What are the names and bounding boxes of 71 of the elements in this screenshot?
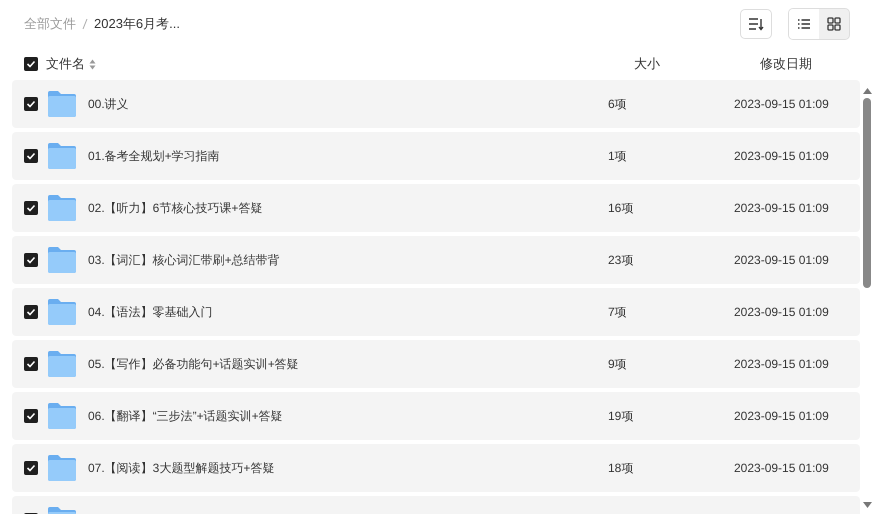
- file-name: 06.【翻译】“三步法”+话题实训+答疑: [88, 408, 284, 424]
- file-name: 05.【写作】必备功能句+话题实训+答疑: [88, 356, 300, 372]
- file-name: 02.【听力】6节核心技巧课+答疑: [88, 200, 264, 216]
- checkbox[interactable]: [24, 461, 38, 475]
- checkmark-icon: [26, 360, 36, 368]
- modified-date: 2023-09-15 01:09: [734, 305, 829, 319]
- file-row[interactable]: 01.备考全规划+学习指南 1项 2023-09-15 01:09: [12, 132, 860, 180]
- file-row[interactable]: 05.【写作】必备功能句+话题实训+答疑 9项 2023-09-15 01:09: [12, 340, 860, 388]
- folder-icon: [47, 350, 77, 378]
- modified-date: 2023-09-15 01:09: [734, 357, 829, 371]
- file-row[interactable]: 02.【听力】6节核心技巧课+答疑 16项 2023-09-15 01:09: [12, 184, 860, 232]
- select-all-checkbox[interactable]: [24, 57, 38, 71]
- modified-date: 2023-09-15 01:09: [734, 97, 829, 111]
- modified-date: 2023-09-15 01:09: [734, 201, 829, 215]
- file-row[interactable]: 04.【语法】零基础入门 7项 2023-09-15 01:09: [12, 288, 860, 336]
- folder-icon: [47, 90, 77, 118]
- item-count: 6项: [608, 96, 628, 112]
- file-name: 04.【语法】零基础入门: [88, 304, 214, 320]
- checkmark-icon: [26, 308, 36, 316]
- file-row[interactable]: 03.【词汇】核心词汇带刷+总结带背 23项 2023-09-15 01:09: [12, 236, 860, 284]
- folder-icon: [47, 454, 77, 482]
- file-name: 03.【词汇】核心词汇带刷+总结带背: [88, 252, 281, 268]
- folder-icon: [47, 194, 77, 222]
- sort-icon: [748, 17, 764, 31]
- item-count: 16项: [608, 200, 634, 216]
- checkbox[interactable]: [24, 357, 38, 371]
- item-count: 1项: [608, 148, 628, 164]
- list-icon: [797, 18, 811, 30]
- checkbox[interactable]: [24, 253, 38, 267]
- checkmark-icon: [26, 412, 36, 420]
- breadcrumb-item: 2023年6月考...: [94, 15, 180, 33]
- sort-arrows-icon[interactable]: [89, 58, 96, 70]
- folder-icon: [47, 246, 77, 274]
- checkmark-icon: [26, 204, 36, 212]
- checkmark-icon: [26, 152, 36, 160]
- sort-button[interactable]: [740, 9, 772, 39]
- folder-icon: [47, 402, 77, 430]
- file-name: 00.讲义: [88, 96, 130, 112]
- modified-date: 2023-09-15 01:09: [734, 461, 829, 475]
- scroll-down-icon[interactable]: [862, 502, 872, 508]
- item-count: 23项: [608, 252, 634, 268]
- item-count: 19项: [608, 408, 634, 424]
- grid-icon: [827, 17, 841, 31]
- checkbox[interactable]: [24, 97, 38, 111]
- item-count: 9项: [608, 356, 628, 372]
- item-count: 7项: [608, 304, 628, 320]
- modified-date: 2023-09-15 01:09: [734, 409, 829, 423]
- file-name: 01.备考全规划+学习指南: [88, 148, 221, 164]
- list-view-button[interactable]: [789, 9, 819, 39]
- checkmark-icon: [26, 100, 36, 108]
- column-header[interactable]: 文件名: [46, 55, 85, 73]
- checkmark-icon: [26, 60, 36, 68]
- modified-date: 2023-09-15 01:09: [734, 149, 829, 163]
- file-name: 07.【阅读】3大题型解题技巧+答疑: [88, 460, 276, 476]
- checkbox[interactable]: [24, 409, 38, 423]
- file-row[interactable]: 06.【翻译】“三步法”+话题实训+答疑 19项 2023-09-15 01:09: [12, 392, 860, 440]
- folder-icon: [47, 298, 77, 326]
- column-header: 修改日期: [760, 55, 813, 73]
- checkmark-icon: [26, 464, 36, 472]
- checkbox[interactable]: [24, 201, 38, 215]
- breadcrumb-separator-icon: [82, 18, 88, 30]
- checkbox[interactable]: [24, 149, 38, 163]
- folder-icon: [47, 142, 77, 170]
- modified-date: 2023-09-15 01:09: [734, 253, 829, 267]
- file-row[interactable]: 00.讲义 6项 2023-09-15 01:09: [12, 80, 860, 128]
- checkmark-icon: [26, 256, 36, 264]
- scroll-up-icon[interactable]: [862, 88, 872, 94]
- item-count: 18项: [608, 460, 634, 476]
- file-row[interactable]: 07.【阅读】3大题型解题技巧+答疑 18项 2023-09-15 01:09: [12, 444, 860, 492]
- checkbox[interactable]: [24, 305, 38, 319]
- column-header: 大小: [634, 55, 661, 73]
